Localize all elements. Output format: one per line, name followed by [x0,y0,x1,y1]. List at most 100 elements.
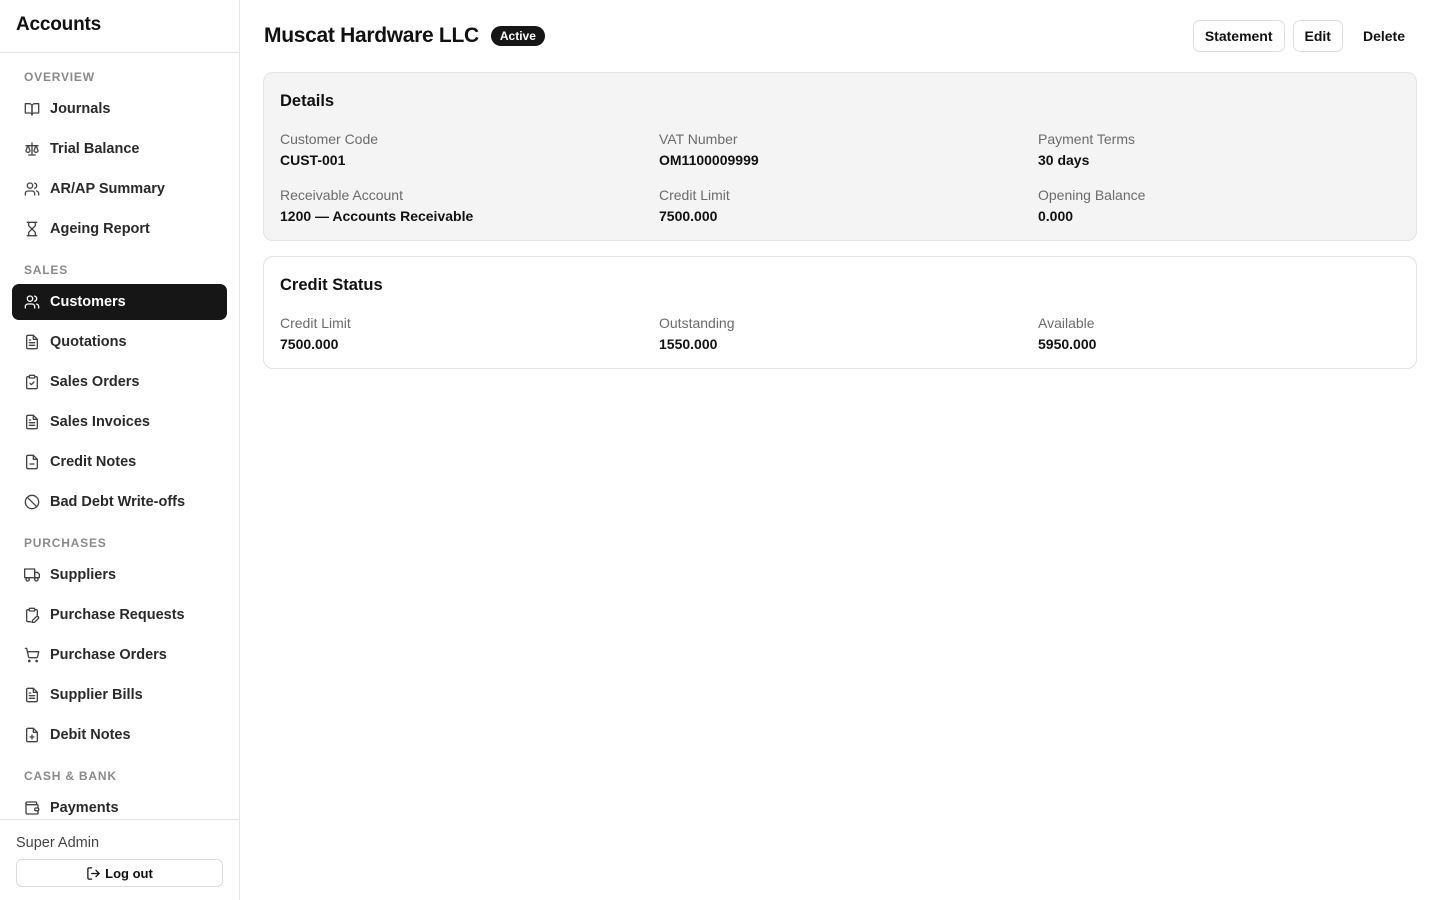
sidebar-item-label: Purchase Orders [50,647,167,663]
field-value: 7500.000 [659,208,718,224]
statement-button[interactable]: Statement [1192,20,1285,52]
page-header: Muscat Hardware LLC Active Statement Edi… [263,0,1417,72]
sidebar-item-label: Payments [50,800,119,816]
sidebar-item-label: Journals [50,101,111,117]
book-open-icon [24,101,40,117]
credit-status-card: Credit Status Credit Limit 7500.000 Outs… [263,256,1417,369]
sidebar-item-customers[interactable]: Customers [12,284,227,320]
sidebar-item-label: Suppliers [50,567,117,583]
sidebar-item-payments[interactable]: Payments [12,790,227,819]
field-credit-limit: Credit Limit 7500.000 [280,314,659,354]
field-label: Opening Balance [1038,187,1146,203]
truck-icon [24,567,40,583]
field-value: 0.000 [1038,208,1074,224]
field-value: 1200 — Accounts Receivable [280,208,474,224]
sidebar-item-quotations[interactable]: Quotations [12,324,227,360]
sidebar-item-label: Debit Notes [50,727,131,743]
field-label: Credit Limit [280,315,351,331]
sidebar-item-label: Ageing Report [50,221,150,237]
field-label: Outstanding [659,315,735,331]
field-outstanding: Outstanding 1550.000 [659,314,1038,354]
wallet-icon [24,800,40,816]
file-text-icon [24,334,40,350]
sidebar-item-purchase-orders[interactable]: Purchase Orders [12,637,227,673]
sidebar-item-label: Credit Notes [50,454,137,470]
details-grid: Customer Code CUST-001 VAT Number OM1100… [280,130,1400,226]
users-icon [24,181,40,197]
field-value: 7500.000 [280,336,339,352]
sidebar-item-label: Purchase Requests [50,607,185,623]
sidebar-item-journals[interactable]: Journals [12,91,227,127]
section-label-purchases: PURCHASES [24,536,107,550]
field-value: OM1100009999 [659,152,759,168]
app-title: Accounts [16,14,101,35]
file-plus-icon [24,727,40,743]
edit-button[interactable]: Edit [1292,20,1343,52]
clipboard-check-icon [24,374,40,390]
sidebar-item-label: Bad Debt Write-offs [50,494,186,510]
field-value: CUST-001 [280,152,346,168]
field-label: Credit Limit [659,187,730,203]
details-title: Details [280,92,335,110]
sidebar-item-label: Supplier Bills [50,687,143,703]
field-value: 5950.000 [1038,336,1097,352]
sidebar-item-trial-balance[interactable]: Trial Balance [12,131,227,167]
sidebar: Accounts OVERVIEW Journals Trial Balance [0,0,240,900]
credit-status-title: Credit Status [280,276,383,294]
section-label-cash-bank: CASH & BANK [24,769,117,783]
sidebar-item-ar-ap-summary[interactable]: AR/AP Summary [12,171,227,207]
user-name: Super Admin [16,835,100,851]
details-card: Details Customer Code CUST-001 VAT Numbe… [263,72,1417,241]
field-label: Receivable Account [280,187,403,203]
field-receivable-account: Receivable Account 1200 — Accounts Recei… [280,186,659,226]
field-label: Customer Code [280,131,379,147]
sidebar-item-sales-orders[interactable]: Sales Orders [12,364,227,400]
sidebar-item-bad-debt-write-offs[interactable]: Bad Debt Write-offs [12,484,227,520]
section-label-sales: SALES [24,263,69,277]
field-credit-limit: Credit Limit 7500.000 [659,186,1038,226]
field-value: 30 days [1038,152,1090,168]
sidebar-item-supplier-bills[interactable]: Supplier Bills [12,677,227,713]
file-text-icon [24,414,40,430]
sidebar-item-ageing-report[interactable]: Ageing Report [12,211,227,247]
sidebar-item-debit-notes[interactable]: Debit Notes [12,717,227,753]
main-content: Muscat Hardware LLC Active Statement Edi… [240,0,1440,900]
status-badge: Active [490,26,545,46]
logout-button[interactable]: Log out [16,859,223,887]
field-value: 1550.000 [659,336,718,352]
scale-icon [24,141,40,157]
sidebar-item-label: Trial Balance [50,141,140,157]
shopping-cart-icon [24,647,40,663]
sidebar-item-suppliers[interactable]: Suppliers [12,557,227,593]
field-opening-balance: Opening Balance 0.000 [1038,186,1400,226]
users-icon [24,294,40,310]
field-vat-number: VAT Number OM1100009999 [659,130,1038,170]
clipboard-pen-icon [24,607,40,623]
field-label: Available [1038,315,1095,331]
field-label: VAT Number [659,131,738,147]
field-label: Payment Terms [1038,131,1135,147]
sidebar-item-label: Customers [50,294,126,310]
header-actions: Statement Edit Delete [1185,20,1417,52]
sidebar-item-credit-notes[interactable]: Credit Notes [12,444,227,480]
sidebar-item-label: Quotations [50,334,127,350]
title-wrap: Muscat Hardware LLC Active [263,24,545,48]
field-customer-code: Customer Code CUST-001 [280,130,659,170]
sidebar-item-purchase-requests[interactable]: Purchase Requests [12,597,227,633]
sidebar-item-label: AR/AP Summary [50,181,165,197]
ban-icon [24,494,40,510]
field-payment-terms: Payment Terms 30 days [1038,130,1400,170]
delete-button[interactable]: Delete [1350,20,1417,52]
sidebar-item-label: Sales Orders [50,374,140,390]
section-label-overview: OVERVIEW [24,70,95,84]
sidebar-item-label: Sales Invoices [50,414,150,430]
sidebar-nav: OVERVIEW Journals Trial Balance AR/AP Su… [0,53,239,819]
sidebar-item-sales-invoices[interactable]: Sales Invoices [12,404,227,440]
hourglass-icon [24,221,40,237]
file-text-icon [24,687,40,703]
credit-status-grid: Credit Limit 7500.000 Outstanding 1550.0… [280,314,1400,354]
log-out-icon [86,866,101,881]
file-minus-icon [24,454,40,470]
logout-label: Log out [105,865,153,881]
page-title: Muscat Hardware LLC [264,24,479,47]
